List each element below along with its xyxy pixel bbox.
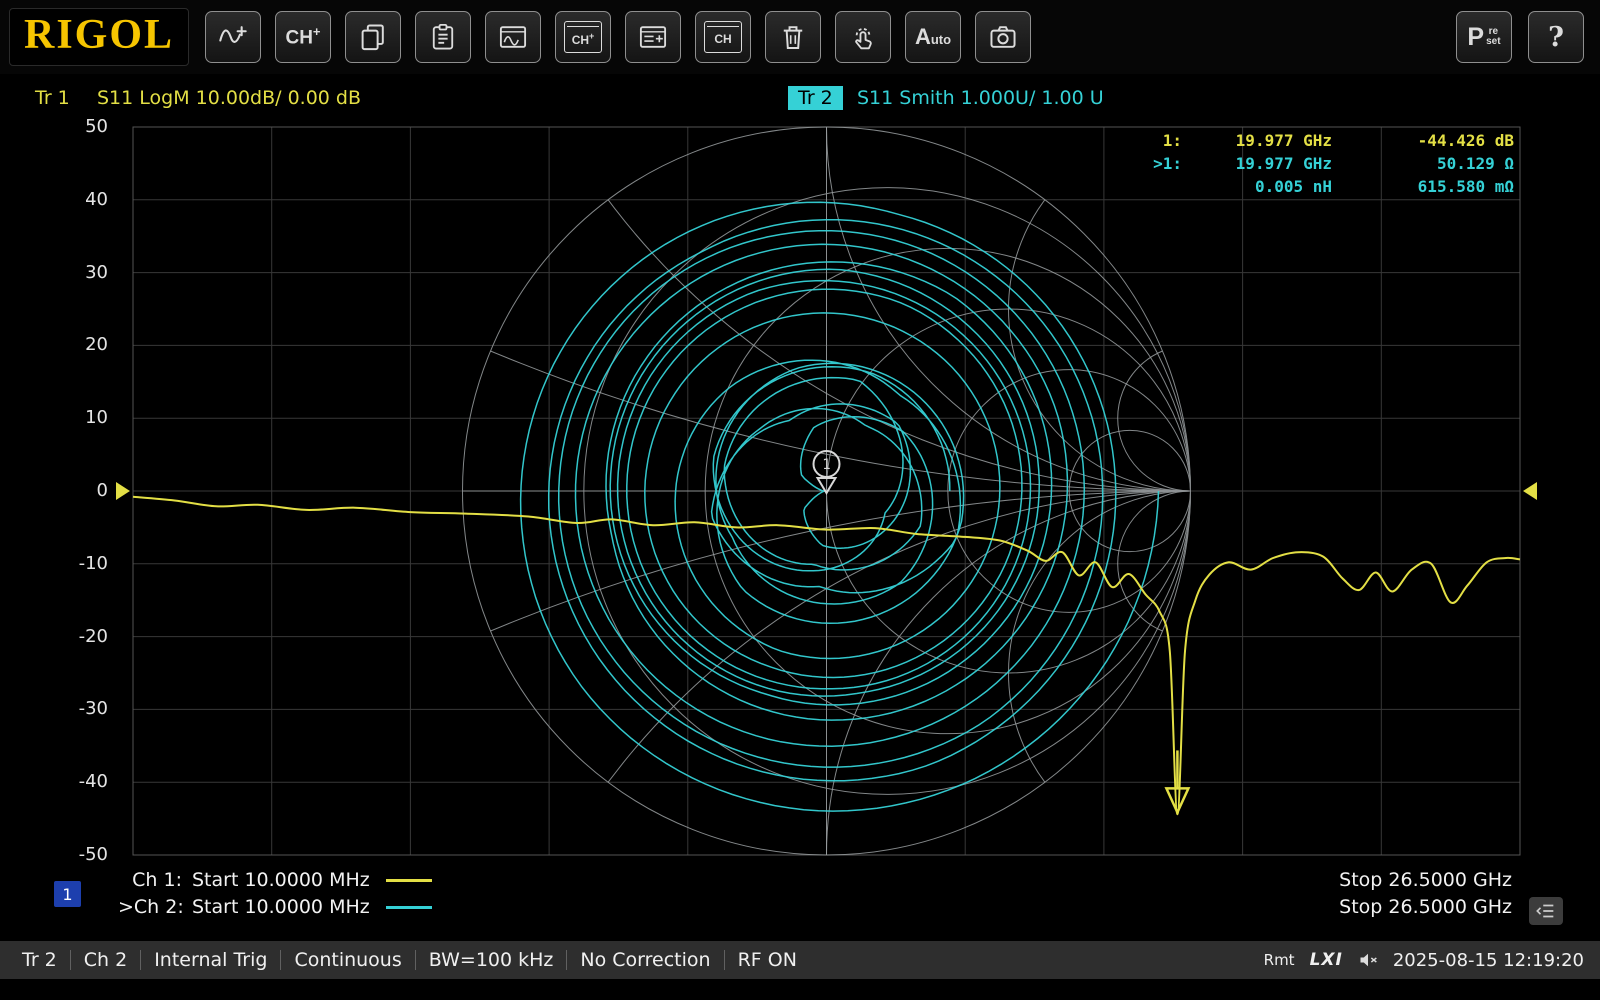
- remote-indicator: Rmt: [1264, 951, 1295, 969]
- status-divider: [140, 950, 141, 970]
- svg-text:1: 1: [822, 457, 830, 473]
- ref-level-indicator-right[interactable]: [1523, 482, 1537, 500]
- menu-collapse-button[interactable]: [1529, 897, 1563, 925]
- marker-readout-row-1: 1:19.977 GHz-44.426 dB: [1134, 129, 1514, 152]
- status-divider: [724, 950, 725, 970]
- channel2-stop: Stop 26.5000 GHz: [1339, 896, 1512, 918]
- status-items: Tr 2 Ch 2 Internal Trig Continuous BW=100 kH…: [22, 949, 797, 971]
- trace2-swatch: [386, 906, 432, 909]
- status-item-internal-trig[interactable]: Internal Trig: [154, 949, 267, 971]
- status-divider: [566, 950, 567, 970]
- status-item-continuous[interactable]: Continuous: [294, 949, 401, 971]
- channel1-info: Ch 1: Start 10.0000 MHz: [118, 869, 432, 891]
- marker-readout-row-3: 0.005 nH615.580 mΩ: [1134, 175, 1514, 198]
- ref-level-indicator-left[interactable]: [116, 482, 130, 500]
- status-item-rf-on[interactable]: RF ON: [738, 949, 797, 971]
- marker-readout-row-2: >1:19.977 GHz50.129 Ω: [1134, 152, 1514, 175]
- trace1-swatch: [386, 879, 432, 882]
- status-item-bw-100-khz[interactable]: BW=100 kHz: [429, 949, 554, 971]
- trace2-smith-curve: [521, 202, 1159, 811]
- lxi-indicator: LXI: [1310, 950, 1343, 970]
- channel2-info: >Ch 2: Start 10.0000 MHz: [118, 896, 432, 918]
- mute-speaker-icon[interactable]: [1358, 950, 1378, 970]
- status-divider: [415, 950, 416, 970]
- status-right: Rmt LXI 2025-08-15 12:19:20: [1264, 950, 1600, 971]
- status-item-tr-2[interactable]: Tr 2: [22, 949, 57, 971]
- channel-badge[interactable]: 1: [54, 881, 81, 907]
- status-bar: Tr 2 Ch 2 Internal Trig Continuous BW=100 kH…: [0, 941, 1600, 979]
- status-divider: [280, 950, 281, 970]
- status-item-no-correction[interactable]: No Correction: [580, 949, 710, 971]
- datetime: 2025-08-15 12:19:20: [1393, 950, 1584, 971]
- channel1-stop: Stop 26.5000 GHz: [1339, 869, 1512, 891]
- marker-readout: 1:19.977 GHz-44.426 dB >1:19.977 GHz50.1…: [1134, 129, 1514, 198]
- status-item-ch-2[interactable]: Ch 2: [84, 949, 127, 971]
- status-divider: [70, 950, 71, 970]
- marker-1-indicator[interactable]: [1166, 750, 1188, 812]
- vna-screen: RIGOL CH+CH+CHAuto P reset ? Tr 1 S11 Lo…: [0, 0, 1600, 1000]
- collapse-menu-icon: [1535, 900, 1557, 922]
